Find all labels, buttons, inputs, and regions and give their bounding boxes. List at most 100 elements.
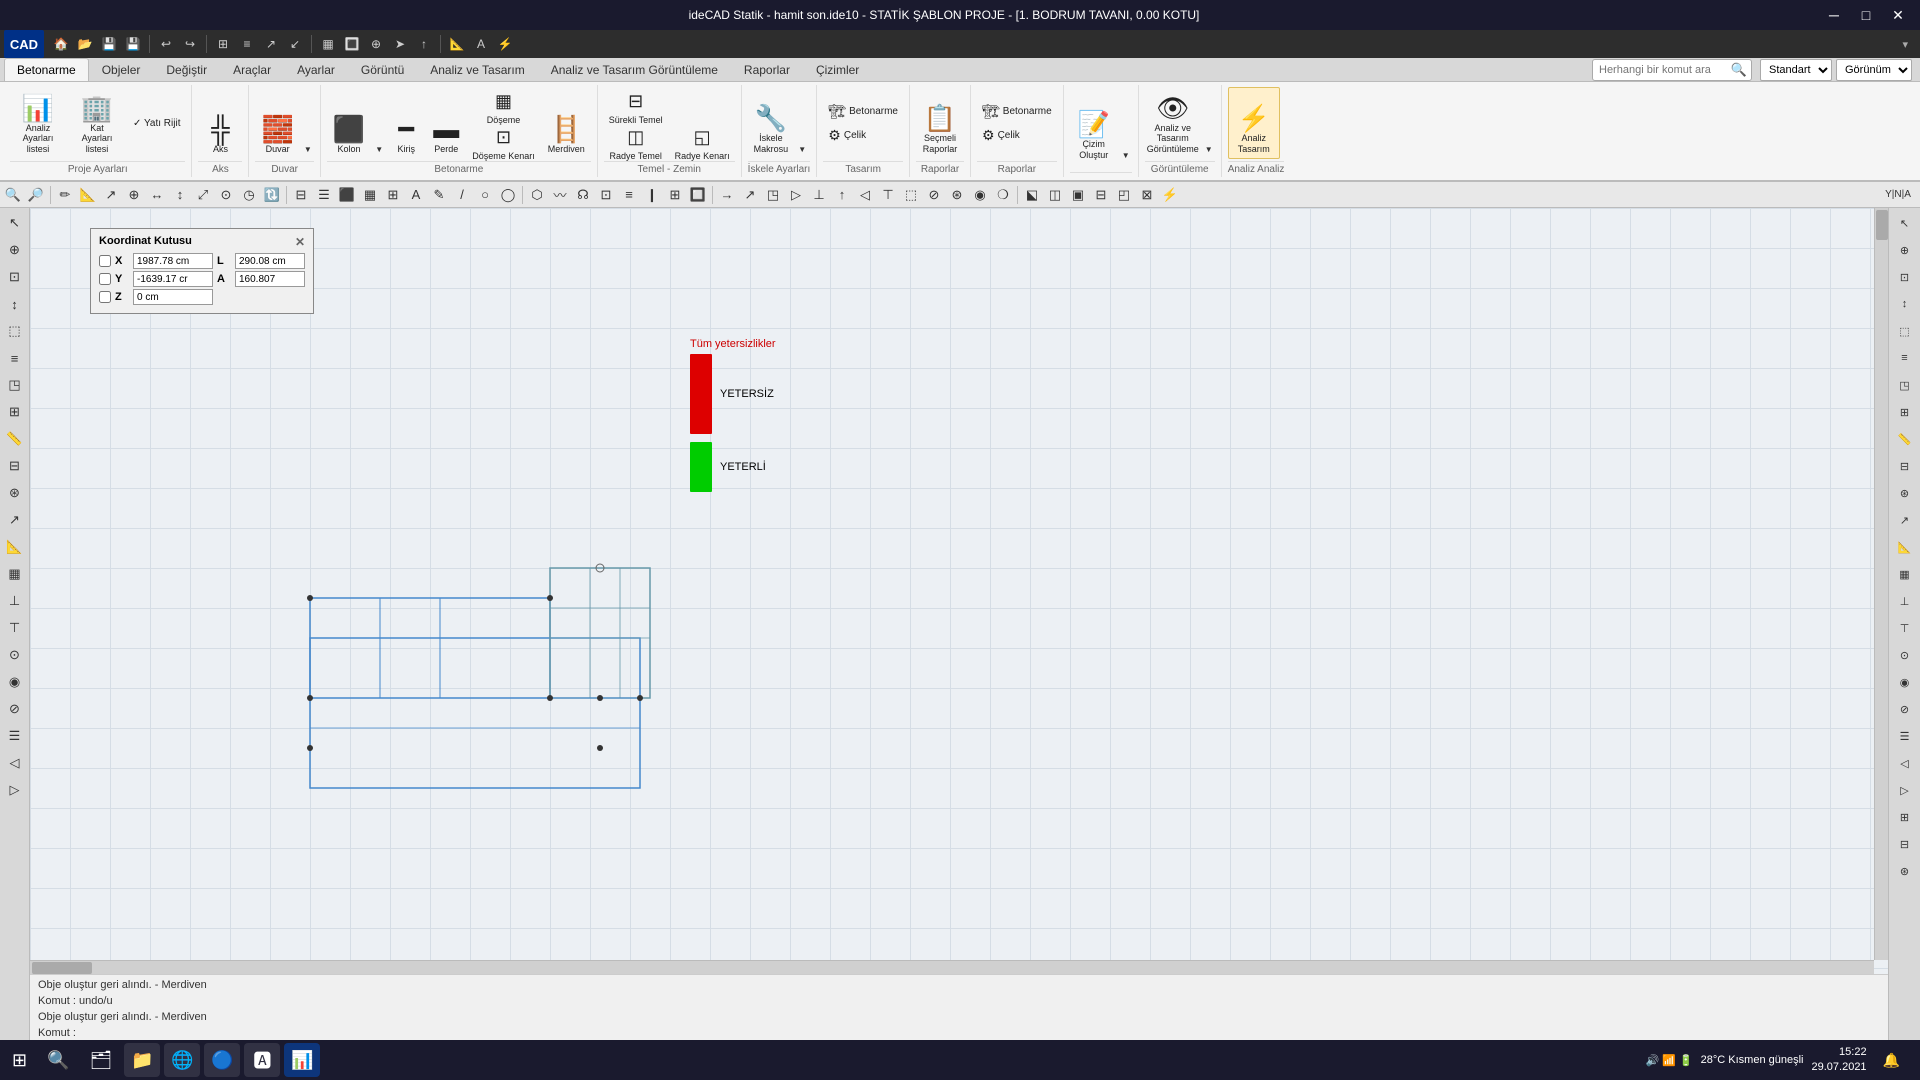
coord-y-checkbox[interactable] [99, 273, 111, 285]
rs-btn-13[interactable]: 📐 [1892, 534, 1918, 560]
grid3-btn[interactable]: ⊞ [382, 184, 404, 206]
rs-btn-7[interactable]: ◳ [1892, 372, 1918, 398]
rs-btn-15[interactable]: ⊥ [1892, 588, 1918, 614]
vbar-btn[interactable]: ❙ [641, 184, 663, 206]
doseme-kenari-btn[interactable]: ⊡ Döşeme Kenarı [467, 124, 540, 158]
top-btn[interactable]: ⊤ [877, 184, 899, 206]
rs-btn-8[interactable]: ⊞ [1892, 399, 1918, 425]
analiz-tasarim-btn[interactable]: ⚡ Analiz Tasarım [1228, 87, 1280, 159]
surekli-temel-btn[interactable]: ⊟ Sürekli Temel [604, 88, 668, 122]
rs-btn-17[interactable]: ⊙ [1892, 642, 1918, 668]
ls-btn-2[interactable]: ⊕ [2, 237, 28, 263]
coord-y-input[interactable] [133, 271, 213, 287]
hex-btn[interactable]: ⬡ [526, 184, 548, 206]
move-btn[interactable]: ↗ [100, 184, 122, 206]
rs-btn-11[interactable]: ⊛ [1892, 480, 1918, 506]
cizim-dropdown-btn[interactable]: ▼ [1120, 93, 1132, 165]
chkd-btn[interactable]: ▣ [1067, 184, 1089, 206]
measure-btn[interactable]: 📐 [446, 33, 468, 55]
vert-btn[interactable]: ↕ [169, 184, 191, 206]
tab-degistir[interactable]: Değiştir [153, 58, 220, 81]
rs-btn-18[interactable]: ◉ [1892, 669, 1918, 695]
ls-btn-3[interactable]: ⊡ [2, 264, 28, 290]
coord-z-checkbox[interactable] [99, 291, 111, 303]
up2-btn[interactable]: ↑ [831, 184, 853, 206]
vscroll-thumb[interactable] [1876, 210, 1888, 240]
kat-ayarlari-btn[interactable]: 🏢 Kat Ayarları listesi [69, 87, 125, 159]
merdiven-btn[interactable]: 🪜 Merdiven [542, 87, 591, 159]
tab-cizimler[interactable]: Çizimler [803, 58, 872, 81]
rs-btn-20[interactable]: ☰ [1892, 723, 1918, 749]
zoom-out-btn[interactable]: 🔎 [25, 184, 47, 206]
arc-btn[interactable]: ☊ [572, 184, 594, 206]
line-btn[interactable]: / [451, 184, 473, 206]
rs-btn-3[interactable]: ⊡ [1892, 264, 1918, 290]
tab-betonarme[interactable]: Betonarme [4, 58, 89, 81]
doseme-btn[interactable]: ▦ Döşeme [467, 88, 540, 122]
table-btn[interactable]: ▦ [317, 33, 339, 55]
minimize-button[interactable]: ─ [1820, 5, 1848, 25]
ls-btn-10[interactable]: ⊟ [2, 453, 28, 479]
rect2-btn[interactable]: ⊡ [595, 184, 617, 206]
list-btn[interactable]: ≡ [236, 33, 258, 55]
open-btn[interactable]: 📂 [74, 33, 96, 55]
zoom-in-btn[interactable]: 🔍 [2, 184, 24, 206]
rs-btn-2[interactable]: ⊕ [1892, 237, 1918, 263]
minus2-btn[interactable]: ⊟ [1090, 184, 1112, 206]
cross3-btn[interactable]: ⊛ [946, 184, 968, 206]
grid-btn[interactable]: ⊞ [212, 33, 234, 55]
ls-btn-13[interactable]: 📐 [2, 534, 28, 560]
lines-btn[interactable]: ☰ [313, 184, 335, 206]
horiz-btn[interactable]: ↔ [146, 184, 168, 206]
ls-btn-11[interactable]: ⊛ [2, 480, 28, 506]
ribbon-search-input[interactable] [1592, 59, 1752, 81]
home-btn[interactable]: 🏠 [50, 33, 72, 55]
ring-btn[interactable]: ❍ [992, 184, 1014, 206]
idecad-btn[interactable]: 📊 [284, 1043, 320, 1077]
refresh-btn[interactable]: 🔃 [261, 184, 283, 206]
outlook-btn[interactable]: 🔵 [204, 1043, 240, 1077]
text-btn[interactable]: A [470, 33, 492, 55]
rs-btn-16[interactable]: ⊤ [1892, 615, 1918, 641]
rs-btn-6[interactable]: ≡ [1892, 345, 1918, 371]
arrow-down-btn[interactable]: ↙ [284, 33, 306, 55]
file-explorer-btn[interactable]: 📁 [124, 1043, 160, 1077]
ls-btn-8[interactable]: ⊞ [2, 399, 28, 425]
half-btn[interactable]: ◫ [1044, 184, 1066, 206]
secmeli-raporlar-btn[interactable]: 📋 Seçmeli Raporlar [916, 87, 964, 159]
wave-btn[interactable]: 〰 [549, 184, 571, 206]
ls-btn-17[interactable]: ⊙ [2, 642, 28, 668]
vscrollbar[interactable] [1874, 208, 1888, 960]
standard-dropdown[interactable]: Standart [1760, 59, 1832, 81]
rs-btn-24[interactable]: ⊟ [1892, 831, 1918, 857]
cross-btn[interactable]: ⊕ [123, 184, 145, 206]
plus-btn[interactable]: ⊕ [365, 33, 387, 55]
circle2-btn[interactable]: ◯ [497, 184, 519, 206]
kolon-btn[interactable]: ⬛ Kolon [327, 87, 371, 159]
rect-btn[interactable]: 🔳 [341, 33, 363, 55]
ls-btn-12[interactable]: ↗ [2, 507, 28, 533]
start-button[interactable]: ⊞ [4, 1043, 35, 1077]
corner-btn[interactable]: ◳ [762, 184, 784, 206]
rs-btn-19[interactable]: ⊘ [1892, 696, 1918, 722]
close-button[interactable]: ✕ [1884, 5, 1912, 25]
duvar-dropdown-btn[interactable]: ▼ [302, 87, 314, 159]
rs-btn-23[interactable]: ⊞ [1892, 804, 1918, 830]
rs-btn-22[interactable]: ▷ [1892, 777, 1918, 803]
arrow-btn[interactable]: ➤ [389, 33, 411, 55]
rotate-btn[interactable]: ◷ [238, 184, 260, 206]
perp-btn[interactable]: ⊥ [808, 184, 830, 206]
circle-btn[interactable]: ⊙ [215, 184, 237, 206]
tab-araclar[interactable]: Araçlar [220, 58, 284, 81]
view-dropdown[interactable]: Görünüm [1836, 59, 1912, 81]
diag3-btn[interactable]: ⬕ [1021, 184, 1043, 206]
tasarim-celik-btn[interactable]: ⚙ Çelik [823, 124, 903, 146]
analiz-goruntuleme-btn[interactable]: 👁 Analiz ve Tasarım Görüntüleme [1145, 87, 1201, 159]
goruntuleme-dropdown-btn[interactable]: ▼ [1203, 87, 1215, 159]
up-btn[interactable]: ↑ [413, 33, 435, 55]
ls-btn-1[interactable]: ↖ [2, 210, 28, 236]
rs-btn-9[interactable]: 📏 [1892, 426, 1918, 452]
notification-btn[interactable]: 🔔 [1875, 1043, 1908, 1077]
canvas-area[interactable]: Koordinat Kutusu ✕ X L Y A [30, 208, 1888, 974]
lightning2-btn[interactable]: ⚡ [1159, 184, 1181, 206]
